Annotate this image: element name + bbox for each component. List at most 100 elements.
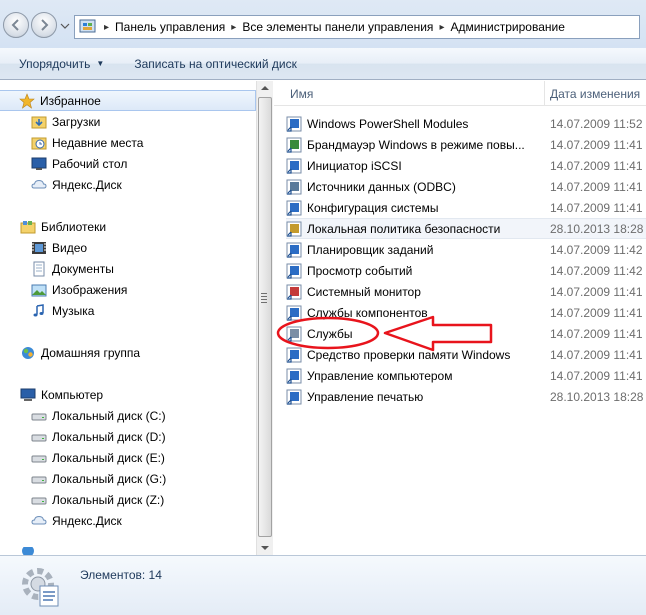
- burn-to-disc-button[interactable]: Записать на оптический диск: [122, 52, 309, 76]
- computer-icon: [20, 388, 36, 401]
- file-row[interactable]: Планировщик заданий 14.07.2009 11:42: [286, 239, 646, 260]
- nav-network-partial[interactable]: [20, 547, 41, 555]
- file-row[interactable]: Средство проверки памяти Windows 14.07.20…: [286, 344, 646, 365]
- nav-item-label: Рабочий стол: [52, 156, 128, 171]
- drive-icon: [31, 476, 47, 483]
- file-date: 28.10.2013 18:28: [550, 389, 644, 404]
- file-date: 14.07.2009 11:41: [550, 200, 643, 215]
- address-area: ▸ Панель управления ▸ Все элементы панел…: [0, 0, 646, 48]
- nav-computer[interactable]: Компьютер: [20, 384, 103, 405]
- nav-item-yandex-disk[interactable]: Яндекс.Диск: [31, 174, 122, 195]
- address-bar[interactable]: ▸ Панель управления ▸ Все элементы панел…: [74, 15, 640, 39]
- nav-item-label: Изображения: [52, 282, 128, 297]
- file-row[interactable]: Службы 14.07.2009 11:41: [286, 323, 646, 344]
- admin-tool-shortcut-icon: [286, 305, 302, 321]
- nav-item-drive-z[interactable]: Локальный диск (Z:): [31, 489, 164, 510]
- file-row[interactable]: Конфигурация системы 14.07.2009 11:41: [286, 197, 646, 218]
- admin-tool-shortcut-icon: [286, 326, 302, 342]
- file-row[interactable]: Системный монитор 14.07.2009 11:41: [286, 281, 646, 302]
- back-button[interactable]: [3, 12, 29, 38]
- organize-button[interactable]: Упорядочить ▼: [7, 52, 116, 76]
- chevron-down-icon: ▼: [96, 59, 105, 68]
- administrative-tools-icon: [22, 568, 59, 607]
- admin-tool-shortcut-icon: [286, 242, 302, 258]
- file-name: Windows PowerShell Modules: [307, 116, 469, 131]
- file-row[interactable]: Управление компьютером 14.07.2009 11:41: [286, 365, 646, 386]
- file-name: Управление компьютером: [307, 368, 453, 383]
- breadcrumb-control-panel[interactable]: Панель управления: [115, 20, 225, 34]
- nav-item-drive-g[interactable]: Локальный диск (G:): [31, 468, 166, 489]
- nav-item-label: Локальный диск (D:): [52, 429, 166, 444]
- command-bar: Упорядочить ▼ Записать на оптический дис…: [0, 48, 646, 80]
- file-name: Источники данных (ODBC): [307, 179, 456, 194]
- nav-libraries[interactable]: Библиотеки: [20, 216, 106, 237]
- yandex-disk-icon: [31, 179, 47, 188]
- nav-favorites[interactable]: Избранное: [0, 90, 256, 111]
- admin-tool-shortcut-icon: [286, 116, 302, 132]
- breadcrumb-separator[interactable]: ▸: [439, 22, 444, 33]
- nav-item-desktop[interactable]: Рабочий стол: [31, 153, 127, 174]
- file-date: 14.07.2009 11:42: [550, 263, 643, 278]
- nav-item-music[interactable]: Музыка: [31, 300, 94, 321]
- scrollbar-grip-icon: [261, 293, 267, 303]
- nav-item-drive-c[interactable]: Локальный диск (C:): [31, 405, 166, 426]
- file-date: 14.07.2009 11:41: [550, 347, 643, 362]
- file-row[interactable]: Локальная политика безопасности 28.10.201…: [286, 218, 646, 239]
- nav-item-documents[interactable]: Документы: [31, 258, 114, 279]
- forward-button[interactable]: [31, 12, 57, 38]
- nav-computer-label: Компьютер: [41, 387, 104, 402]
- file-name: Службы: [307, 326, 353, 341]
- nav-item-recent-places[interactable]: Недавние места: [31, 132, 143, 153]
- music-library-icon: [33, 303, 44, 316]
- video-library-icon: [32, 241, 46, 254]
- nav-item-downloads[interactable]: Загрузки: [31, 111, 100, 132]
- file-name: Инициатор iSCSI: [307, 158, 402, 173]
- scroll-down-arrow-icon[interactable]: [260, 545, 270, 551]
- nav-item-label: Локальный диск (E:): [52, 450, 165, 465]
- nav-item-video[interactable]: Видео: [31, 237, 87, 258]
- recent-pages-dropdown-icon[interactable]: [60, 22, 70, 30]
- column-divider[interactable]: [544, 81, 545, 106]
- nav-item-pictures[interactable]: Изображения: [31, 279, 127, 300]
- nav-item-yandex-disk-computer[interactable]: Яндекс.Диск: [31, 510, 122, 531]
- nav-item-label: Локальный диск (C:): [52, 408, 166, 423]
- file-name: Службы компонентов: [307, 305, 428, 320]
- nav-item-drive-e[interactable]: Локальный диск (E:): [31, 447, 165, 468]
- file-row[interactable]: Службы компонентов 14.07.2009 11:41: [286, 302, 646, 323]
- admin-tool-shortcut-icon: [286, 200, 302, 216]
- nav-homegroup[interactable]: Домашняя группа: [20, 342, 140, 363]
- nav-libraries-label: Библиотеки: [41, 219, 107, 234]
- file-row[interactable]: Windows PowerShell Modules 14.07.2009 11:…: [286, 113, 646, 134]
- navigation-scrollbar[interactable]: [256, 81, 273, 555]
- file-date: 14.07.2009 11:41: [550, 326, 643, 341]
- file-name: Просмотр событий: [307, 263, 413, 278]
- drive-icon: [31, 434, 47, 441]
- nav-item-label: Видео: [52, 240, 88, 255]
- file-name: Конфигурация системы: [307, 200, 439, 215]
- file-row[interactable]: Инициатор iSCSI 14.07.2009 11:41: [286, 155, 646, 176]
- file-date: 14.07.2009 11:41: [550, 368, 643, 383]
- file-name: Управление печатью: [307, 389, 424, 404]
- breadcrumb-separator[interactable]: ▸: [104, 22, 109, 33]
- libraries-icon: [20, 220, 36, 233]
- scrollbar-thumb[interactable]: [258, 97, 272, 537]
- nav-item-label: Недавние места: [52, 135, 144, 150]
- drive-icon: [31, 413, 47, 420]
- network-icon: [22, 547, 34, 555]
- nav-item-label: Яндекс.Диск: [52, 177, 122, 192]
- file-row[interactable]: Брандмауэр Windows в режиме повы... 14.07…: [286, 134, 646, 155]
- burn-label: Записать на оптический диск: [134, 56, 297, 71]
- file-row[interactable]: Источники данных (ODBC) 14.07.2009 11:41: [286, 176, 646, 197]
- breadcrumb-separator[interactable]: ▸: [231, 22, 236, 33]
- breadcrumb-administration[interactable]: Администрирование: [450, 20, 564, 34]
- file-name: Системный монитор: [307, 284, 421, 299]
- nav-item-drive-d[interactable]: Локальный диск (D:): [31, 426, 166, 447]
- column-header-date[interactable]: Дата изменения: [550, 87, 640, 101]
- nav-item-label: Яндекс.Диск: [52, 513, 122, 528]
- scroll-up-arrow-icon[interactable]: [260, 85, 270, 91]
- column-header-row: Имя Дата изменения: [274, 81, 646, 106]
- file-row[interactable]: Управление печатью 28.10.2013 18:28: [286, 386, 646, 407]
- file-row[interactable]: Просмотр событий 14.07.2009 11:42: [286, 260, 646, 281]
- column-header-name[interactable]: Имя: [290, 87, 313, 101]
- breadcrumb-all-items[interactable]: Все элементы панели управления: [242, 20, 433, 34]
